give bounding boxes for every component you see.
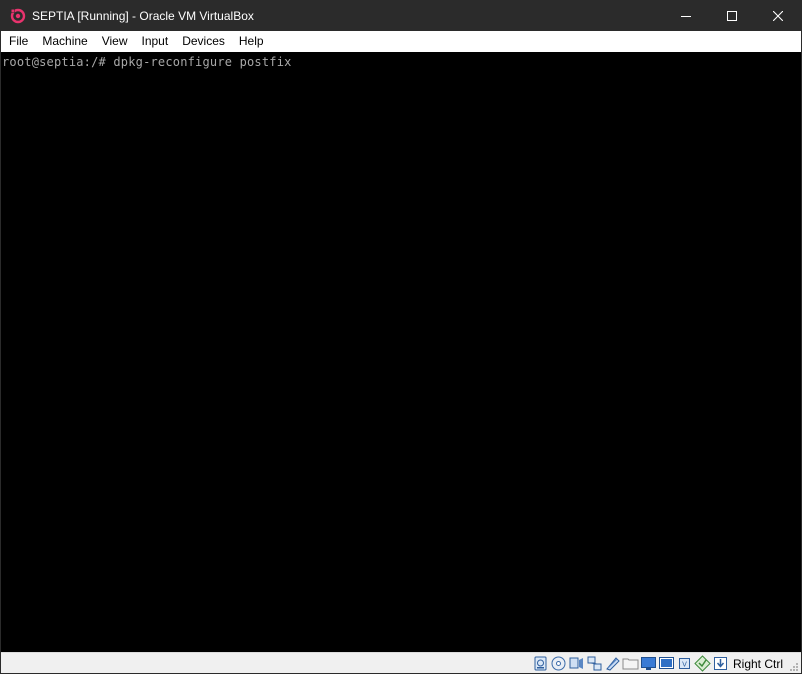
maximize-icon: [727, 11, 737, 21]
mouse-integration-icon[interactable]: [694, 655, 711, 672]
hard-disk-icon[interactable]: [532, 655, 549, 672]
window-title: SEPTIA [Running] - Oracle VM VirtualBox: [32, 9, 254, 23]
minimize-icon: [681, 16, 691, 17]
usb-icon[interactable]: [604, 655, 621, 672]
window-controls: [663, 1, 801, 31]
status-indicators: V Right Ctrl: [532, 655, 783, 672]
menu-devices[interactable]: Devices: [175, 31, 232, 52]
keyboard-capture-icon[interactable]: [712, 655, 729, 672]
svg-text:V: V: [682, 661, 687, 669]
host-key-label[interactable]: Right Ctrl: [733, 657, 783, 671]
cpu-icon[interactable]: V: [676, 655, 693, 672]
menu-bar: File Machine View Input Devices Help: [1, 31, 801, 52]
menu-help[interactable]: Help: [232, 31, 271, 52]
menu-machine[interactable]: Machine: [35, 31, 94, 52]
menu-input[interactable]: Input: [135, 31, 176, 52]
vm-console-screen[interactable]: root@septia:/# dpkg-reconfigure postfix: [1, 52, 801, 652]
title-bar[interactable]: SEPTIA [Running] - Oracle VM VirtualBox: [1, 1, 801, 31]
video-capture-icon[interactable]: [658, 655, 675, 672]
network-icon[interactable]: [586, 655, 603, 672]
optical-drive-icon[interactable]: [550, 655, 567, 672]
resize-grip-icon[interactable]: [787, 659, 799, 671]
virtualbox-window: SEPTIA [Running] - Oracle VM VirtualBox: [0, 0, 802, 674]
minimize-button[interactable]: [663, 1, 709, 31]
display-icon[interactable]: [640, 655, 657, 672]
virtualbox-icon[interactable]: [10, 8, 26, 24]
menu-file[interactable]: File: [1, 31, 35, 52]
maximize-button[interactable]: [709, 1, 755, 31]
menu-view[interactable]: View: [95, 31, 135, 52]
close-icon: [773, 11, 783, 21]
shared-folders-icon[interactable]: [622, 655, 639, 672]
close-button[interactable]: [755, 1, 801, 31]
status-bar: V Right Ctrl: [1, 652, 801, 673]
console-line: root@septia:/# dpkg-reconfigure postfix: [2, 55, 292, 69]
audio-icon[interactable]: [568, 655, 585, 672]
